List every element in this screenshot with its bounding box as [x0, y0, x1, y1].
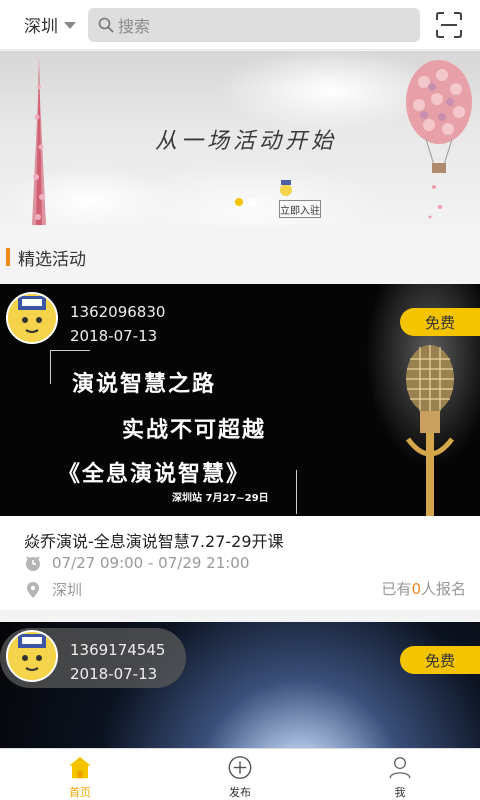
- poster-line-1: 演说智慧之路: [72, 372, 217, 397]
- plus-circle-icon: [228, 756, 252, 779]
- poster-date: 深圳站 7月27~29日: [172, 493, 269, 504]
- app-root: 深圳 搜索 从一场活动开始 立即入驻 精选活动 演说智慧之路 实战不可超越 《全…: [0, 0, 480, 800]
- poster-line-3: 《全息演说智慧》: [58, 462, 251, 487]
- poster-line-2: 实战不可超越: [122, 418, 267, 443]
- poster-frame-line: [296, 470, 297, 514]
- scan-button[interactable]: [436, 11, 462, 38]
- enroll-count: 已有0人报名: [381, 578, 466, 599]
- publish-date: 2018-07-13: [70, 327, 158, 345]
- join-now-button[interactable]: 立即入驻: [279, 200, 321, 218]
- tab-publish-label: 发布: [229, 786, 251, 799]
- section-accent-bar: [6, 248, 10, 266]
- location-pin-icon: [27, 581, 39, 598]
- organizer-avatar[interactable]: [6, 292, 58, 344]
- activity-location: 深圳: [24, 579, 82, 600]
- microphone-illustration: [390, 339, 480, 516]
- balloon-tower-illustration: [28, 57, 50, 225]
- chevron-down-icon: [64, 22, 76, 29]
- enroll-suffix: 人报名: [420, 580, 466, 598]
- activity-time: 07/27 09:00 - 07/29 21:00: [24, 554, 249, 572]
- organizer-info: 1362096830 2018-07-13: [70, 300, 165, 348]
- price-badge: 免费: [400, 646, 480, 674]
- price-badge: 免费: [400, 308, 480, 336]
- promo-banner[interactable]: 从一场活动开始 立即入驻: [0, 51, 480, 225]
- section-header: 精选活动: [0, 240, 480, 274]
- activity-location-text: 深圳: [52, 581, 83, 599]
- city-selector[interactable]: 深圳: [0, 12, 88, 37]
- organizer-info: 1369174545 2018-07-13: [70, 638, 165, 686]
- search-icon: [98, 17, 114, 32]
- carousel-dot-active[interactable]: [235, 198, 243, 206]
- tab-publish[interactable]: 发布: [160, 749, 320, 800]
- activity-poster[interactable]: 1369174545 2018-07-13 免费: [0, 622, 480, 748]
- top-bar: 深圳 搜索: [0, 0, 480, 50]
- tab-home-label: 首页: [69, 786, 91, 799]
- organizer-phone: 1369174545: [70, 641, 166, 659]
- activity-poster[interactable]: 演说智慧之路 实战不可超越 《全息演说智慧》 深圳站 7月27~29日 1362…: [0, 284, 480, 516]
- carousel-indicator: [235, 198, 257, 206]
- search-placeholder: 搜索: [118, 16, 151, 36]
- tab-me-label: 我: [394, 786, 406, 799]
- publish-date: 2018-07-13: [70, 665, 158, 683]
- organizer-phone: 1362096830: [70, 303, 166, 321]
- home-icon: [69, 756, 91, 779]
- scan-icon: [436, 11, 462, 38]
- tab-home[interactable]: 首页: [0, 749, 160, 800]
- organizer-avatar[interactable]: [6, 630, 58, 682]
- clock-icon: [26, 556, 40, 571]
- city-label: 深圳: [24, 17, 58, 37]
- search-input[interactable]: 搜索: [88, 7, 420, 42]
- bottom-tab-bar: 首页 发布 我: [0, 748, 480, 800]
- section-title: 精选活动: [18, 249, 86, 270]
- enroll-number: 0: [411, 580, 421, 598]
- enroll-prefix: 已有: [381, 580, 412, 598]
- carousel-dot[interactable]: [249, 198, 257, 206]
- mascot-icon: [279, 179, 293, 197]
- activity-card[interactable]: 演说智慧之路 实战不可超越 《全息演说智慧》 深圳站 7月27~29日 1362…: [0, 284, 480, 610]
- activity-title[interactable]: 焱乔演说-全息演说智慧7.27-29开课: [24, 528, 284, 552]
- activity-card[interactable]: 1369174545 2018-07-13 免费: [0, 622, 480, 748]
- banner-slogan: 从一场活动开始: [155, 129, 338, 154]
- tab-me[interactable]: 我: [320, 749, 480, 800]
- hot-air-balloon-illustration: [404, 57, 474, 225]
- activity-time-text: 07/27 09:00 - 07/29 21:00: [52, 554, 250, 572]
- user-icon: [389, 757, 411, 779]
